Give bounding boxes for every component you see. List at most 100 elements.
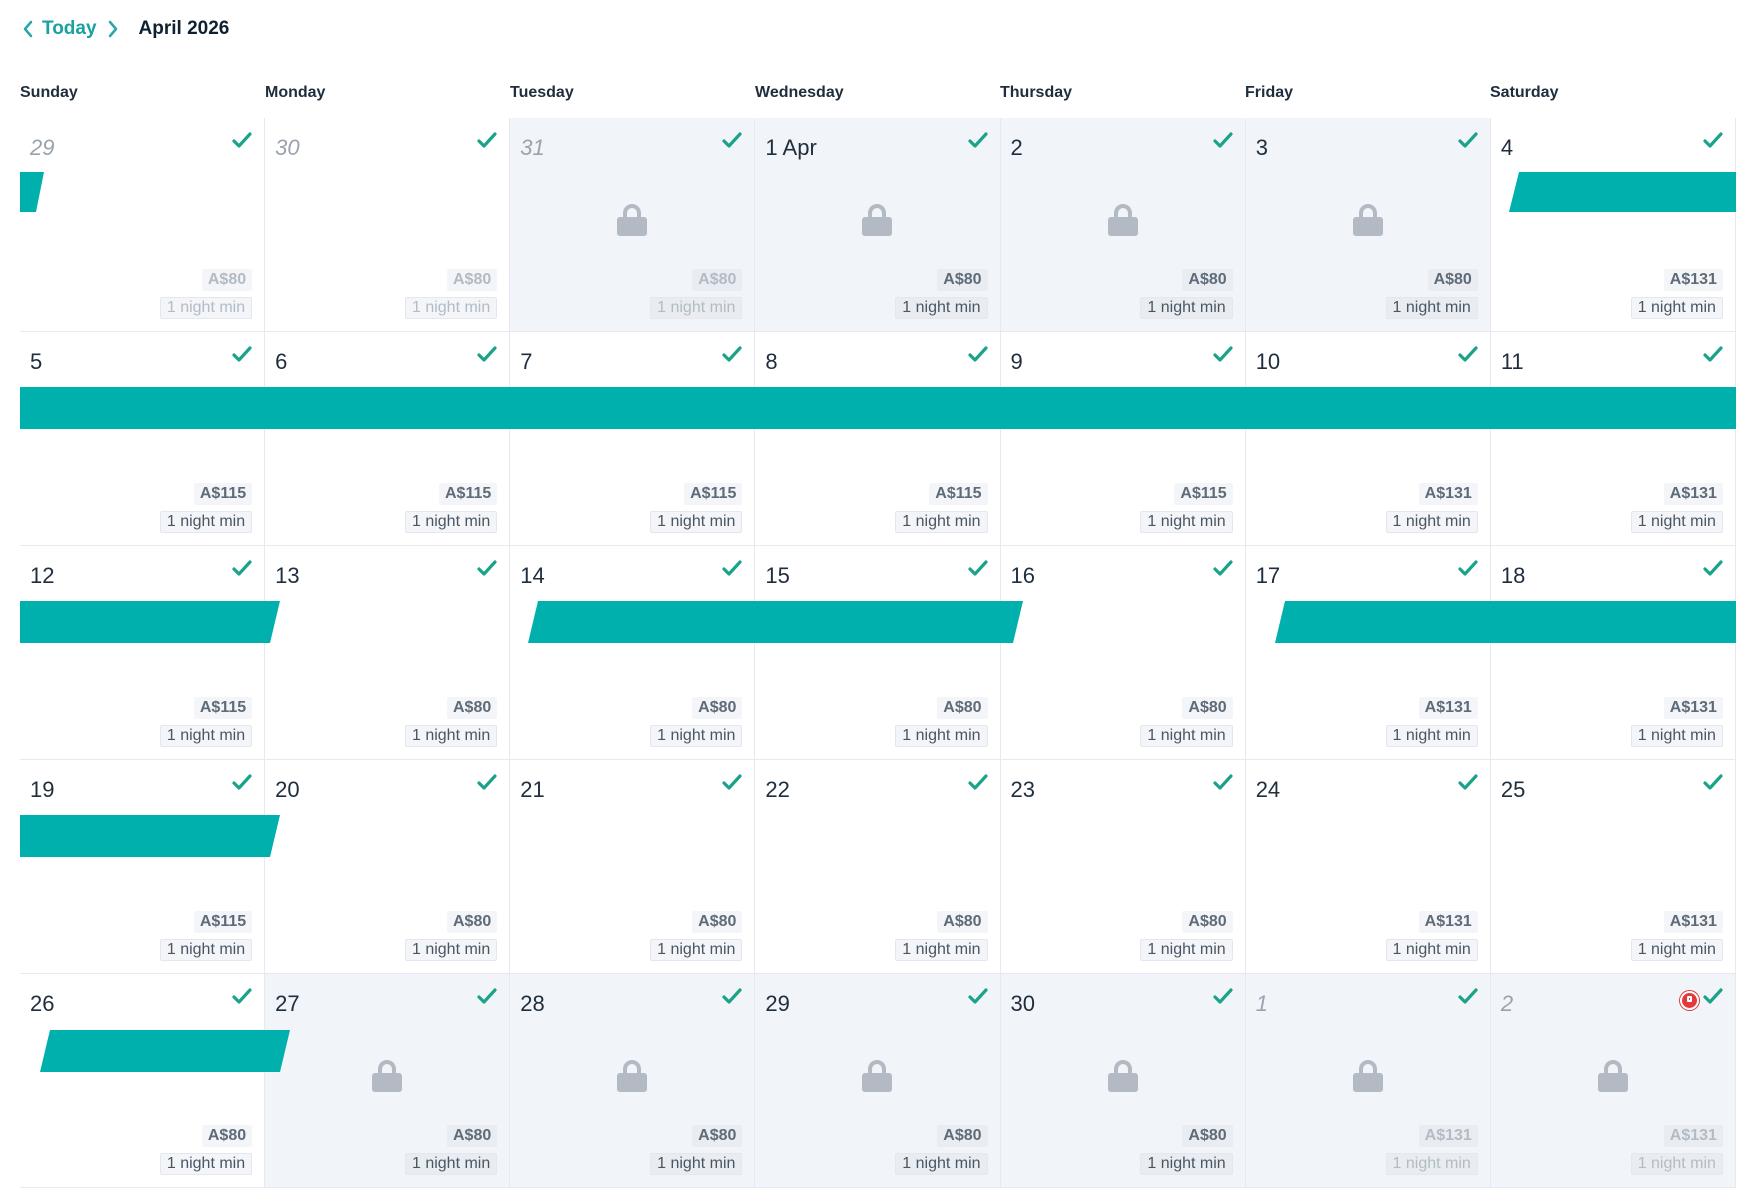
nightly-price[interactable]: A$131 [1663,1125,1723,1147]
calendar-day-cell[interactable]: 19 A$115 1 night min [20,760,266,974]
nightly-price[interactable]: A$115 [193,911,253,933]
minimum-nights[interactable]: 1 night min [159,939,253,961]
check-icon[interactable] [1213,988,1233,1009]
calendar-day-cell[interactable]: 2 A$80 1 night min [1000,118,1246,332]
nightly-price[interactable]: A$80 [937,269,988,291]
check-icon[interactable] [722,560,742,581]
minimum-nights[interactable]: 1 night min [1140,511,1233,533]
minimum-nights[interactable]: 1 night min [895,1153,988,1175]
minimum-nights[interactable]: 1 night min [650,511,743,533]
nightly-price[interactable]: A$80 [447,911,498,933]
check-icon[interactable] [1458,346,1478,367]
minimum-nights[interactable]: 1 night min [1385,297,1478,319]
nightly-price[interactable]: A$131 [1663,911,1723,933]
calendar-day-cell[interactable]: 16 A$80 1 night min [1000,546,1246,760]
calendar-day-cell[interactable]: 7 A$115 1 night min [510,332,756,546]
check-icon[interactable] [232,560,252,581]
calendar-day-cell[interactable]: 27 A$80 1 night min [265,974,511,1188]
nightly-price[interactable]: A$115 [193,697,253,719]
check-icon[interactable] [232,774,252,795]
calendar-day-cell[interactable]: 25 A$131 1 night min [1490,760,1736,974]
chevron-left-icon[interactable] [22,20,34,38]
nightly-price[interactable]: A$131 [1663,269,1723,291]
check-icon[interactable] [232,346,252,367]
check-icon[interactable] [967,132,988,153]
nightly-price[interactable]: A$80 [937,1125,988,1147]
calendar-day-cell[interactable]: 29 A$80 1 night min [20,118,266,332]
check-icon[interactable] [1703,132,1723,153]
minimum-nights[interactable]: 1 night min [1630,939,1723,961]
calendar-day-cell[interactable]: 14 A$80 1 night min [510,546,756,760]
calendar-day-cell[interactable]: 20 A$80 1 night min [265,760,511,974]
nightly-price[interactable]: A$80 [937,697,988,719]
nightly-price[interactable]: A$80 [447,269,498,291]
nightly-price[interactable]: A$80 [692,269,743,291]
minimum-nights[interactable]: 1 night min [1140,297,1233,319]
check-icon[interactable] [1703,560,1723,581]
check-icon[interactable] [722,988,742,1009]
minimum-nights[interactable]: 1 night min [159,725,253,747]
nightly-price[interactable]: A$80 [692,911,743,933]
check-icon[interactable] [232,132,252,153]
minimum-nights[interactable]: 1 night min [1140,939,1233,961]
check-icon[interactable] [1458,132,1478,153]
check-icon[interactable] [967,560,988,581]
minimum-nights[interactable]: 1 night min [1140,725,1233,747]
minimum-nights[interactable]: 1 night min [650,297,743,319]
calendar-day-cell[interactable]: 13 A$80 1 night min [265,546,511,760]
nightly-price[interactable]: A$115 [1174,483,1233,505]
minimum-nights[interactable]: 1 night min [159,297,253,319]
check-icon[interactable] [722,346,742,367]
nightly-price[interactable]: A$80 [1427,269,1478,291]
nightly-price[interactable]: A$131 [1418,911,1478,933]
minimum-nights[interactable]: 1 night min [1385,939,1478,961]
minimum-nights[interactable]: 1 night min [895,725,988,747]
check-icon[interactable] [967,346,988,367]
calendar-day-cell[interactable]: 22 A$80 1 night min [755,760,1001,974]
nightly-price[interactable]: A$115 [438,483,498,505]
nightly-price[interactable]: A$80 [1182,911,1233,933]
minimum-nights[interactable]: 1 night min [159,511,253,533]
minimum-nights[interactable]: 1 night min [650,1153,743,1175]
nightly-price[interactable]: A$80 [447,1125,498,1147]
nightly-price[interactable]: A$80 [447,697,498,719]
calendar-day-cell[interactable]: 1 A$131 1 night min [1245,974,1491,1188]
nightly-price[interactable]: A$80 [201,1125,253,1147]
minimum-nights[interactable]: 1 night min [404,297,498,319]
check-icon[interactable] [477,560,497,581]
calendar-day-cell[interactable]: 4 A$131 1 night min [1490,118,1736,332]
minimum-nights[interactable]: 1 night min [1385,725,1478,747]
calendar-day-cell[interactable]: 12 A$115 1 night min [20,546,266,760]
nightly-price[interactable]: A$80 [937,911,988,933]
check-icon[interactable] [1458,774,1478,795]
calendar-day-cell[interactable]: 18 A$131 1 night min [1490,546,1736,760]
check-icon[interactable] [1213,346,1233,367]
today-button[interactable]: Today [42,18,97,40]
nightly-price[interactable]: A$131 [1663,483,1723,505]
nightly-price[interactable]: A$80 [1182,269,1233,291]
calendar-day-cell[interactable]: 9 A$115 1 night min [1000,332,1246,546]
check-icon[interactable] [477,774,497,795]
check-icon[interactable] [1458,560,1478,581]
calendar-day-cell[interactable]: 3 A$80 1 night min [1245,118,1491,332]
check-icon[interactable] [1703,774,1723,795]
check-icon[interactable] [477,988,497,1009]
calendar-day-cell[interactable]: 24 A$131 1 night min [1245,760,1491,974]
nightly-price[interactable]: A$80 [1182,1125,1233,1147]
calendar-day-cell[interactable]: 11 A$131 1 night min [1490,332,1736,546]
nightly-price[interactable]: A$115 [929,483,988,505]
check-icon[interactable] [1213,132,1233,153]
check-icon[interactable] [477,346,497,367]
nightly-price[interactable]: A$131 [1418,697,1478,719]
nightly-price[interactable]: A$131 [1418,1125,1478,1147]
calendar-day-cell[interactable]: 6 A$115 1 night min [265,332,511,546]
calendar-day-cell[interactable]: 15 A$80 1 night min [755,546,1001,760]
calendar-day-cell[interactable]: 2 A$131 1 night min [1490,974,1736,1188]
nightly-price[interactable]: A$80 [1182,697,1233,719]
calendar-day-cell[interactable]: 31 A$80 1 night min [510,118,756,332]
nightly-price[interactable]: A$115 [193,483,253,505]
calendar-day-cell[interactable]: 5 A$115 1 night min [20,332,266,546]
minimum-nights[interactable]: 1 night min [650,725,743,747]
minimum-nights[interactable]: 1 night min [1140,1153,1233,1175]
check-icon[interactable] [477,132,497,153]
